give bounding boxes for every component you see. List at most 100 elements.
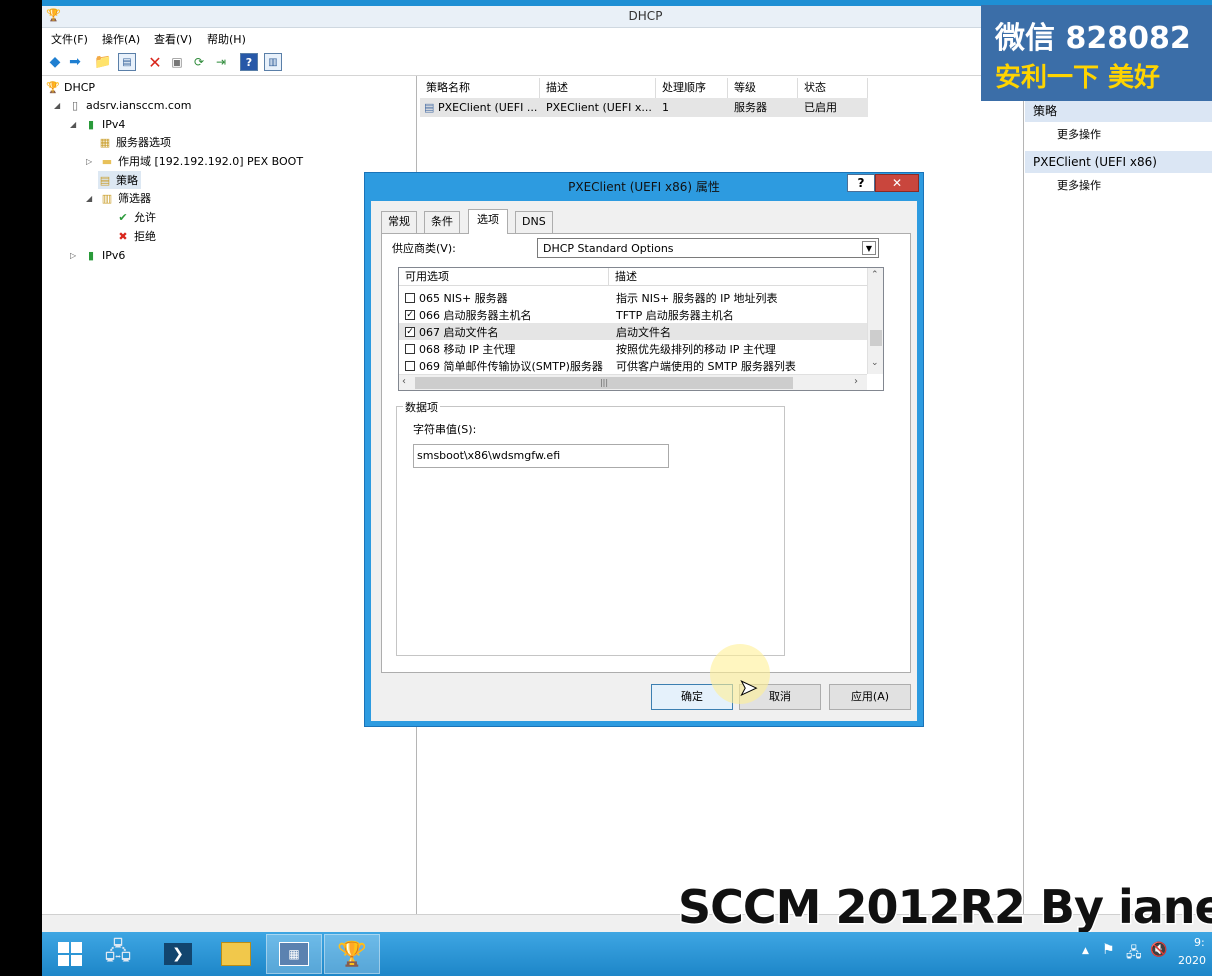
column-header-order[interactable]: 处理顺序 (656, 78, 728, 98)
forward-arrow-icon[interactable]: ➡ (66, 53, 84, 71)
tree-label: 服务器选项 (116, 136, 171, 149)
option-row[interactable]: ✓ 067 启动文件名 启动文件名 (399, 323, 867, 340)
show-hide-tree-icon[interactable]: ▤ (118, 53, 136, 71)
dhcp-icon: 🏆 (337, 940, 367, 968)
scrollbar-thumb[interactable] (870, 330, 882, 346)
menu-help[interactable]: 帮助(H) (207, 31, 246, 47)
column-header-name[interactable]: 策略名称 (420, 78, 540, 98)
policy-row-icon: ▤ (424, 101, 435, 114)
delete-icon[interactable]: ✕ (146, 53, 164, 72)
tab-dns[interactable]: DNS (515, 211, 553, 233)
option-checkbox[interactable] (405, 360, 415, 371)
tab-options[interactable]: 选项 (468, 209, 508, 234)
show-hidden-icons[interactable]: ▲ (1082, 946, 1089, 956)
vendor-class-select[interactable]: DHCP Standard Options ▼ (537, 238, 879, 258)
option-checkbox[interactable]: ✓ (405, 326, 415, 337)
close-button[interactable]: ✕ (875, 174, 919, 192)
vendor-class-label: 供应商类(V): (392, 242, 456, 255)
properties-icon[interactable]: ▣ (168, 53, 186, 71)
option-row[interactable]: 065 NIS+ 服务器 指示 NIS+ 服务器的 IP 地址列表 (399, 289, 867, 306)
expand-icon[interactable]: ▷ (70, 251, 80, 260)
scroll-right-icon[interactable]: › (854, 376, 858, 387)
windows-logo-icon (58, 942, 82, 966)
option-name: 067 启动文件名 (419, 325, 499, 339)
option-description: 按照优先级排列的移动 IP 主代理 (616, 342, 776, 356)
string-value-input[interactable]: smsboot\x86\wdsmgfw.efi (413, 444, 669, 468)
more-actions-policies[interactable]: 更多操作 (1057, 126, 1101, 142)
vertical-scrollbar[interactable]: ⌃ ⌄ (867, 268, 883, 374)
help-button[interactable]: ? (847, 174, 875, 192)
options-header-description[interactable]: 描述 (609, 268, 867, 286)
properties-dialog: PXEClient (UEFI x86) 属性 ? ✕ 常规 条件 选项 DNS… (364, 172, 924, 727)
tree-item-allow[interactable]: ✔ 允许 (116, 208, 156, 226)
volume-icon[interactable]: 🔇 (1150, 942, 1167, 958)
option-row[interactable]: 069 简单邮件传输协议(SMTP)服务器 可供客户端使用的 SMTP 服务器列… (399, 357, 867, 374)
show-hide-action-pane-icon[interactable]: ▥ (264, 53, 282, 71)
column-header-description[interactable]: 描述 (540, 78, 656, 98)
expand-icon[interactable]: ▷ (86, 157, 96, 166)
vendor-class-value: DHCP Standard Options (543, 242, 674, 255)
option-checkbox[interactable]: ✓ (405, 309, 415, 320)
options-listbox[interactable]: 可用选项 描述 065 NIS+ 服务器 指示 NIS+ 服务器的 IP 地址列… (398, 267, 884, 391)
actions-section-pxeclient[interactable]: PXEClient (UEFI x86) (1025, 151, 1212, 173)
folder-icon (221, 942, 251, 966)
tree-item-server[interactable]: ◢ ▯ adsrv.ianscсm.com (54, 96, 191, 114)
taskbar-mmc[interactable]: ▦ (266, 934, 322, 974)
collapse-icon[interactable]: ◢ (86, 194, 96, 203)
folder-icon: ▬ (101, 154, 113, 168)
tree-item-policies[interactable]: ▤ 策略 (98, 171, 141, 189)
filter-icon: ▥ (101, 191, 113, 205)
powershell-icon: ❯ (164, 943, 192, 965)
collapse-icon[interactable]: ◢ (70, 120, 80, 129)
horizontal-scrollbar[interactable]: ‹ ||| › (399, 374, 867, 390)
tree-item-scope[interactable]: ▷ ▬ 作用域 [192.192.192.0] PEX BOOT (86, 152, 303, 170)
more-actions-pxeclient[interactable]: 更多操作 (1057, 177, 1101, 193)
tree-item-ipv4[interactable]: ◢ ▮ IPv4 (70, 115, 125, 133)
column-header-level[interactable]: 等级 (728, 78, 798, 98)
tree-item-deny[interactable]: ✖ 拒绝 (116, 227, 156, 245)
menu-view[interactable]: 查看(V) (154, 31, 192, 47)
option-description: 可供客户端使用的 SMTP 服务器列表 (616, 359, 796, 373)
scroll-left-icon[interactable]: ‹ (402, 376, 406, 387)
taskbar-server-manager[interactable]: 🖧 (90, 934, 146, 974)
export-list-icon[interactable]: ⇥ (212, 53, 230, 71)
row-name: PXEClient (UEFI ... (438, 101, 538, 114)
tree-item-ipv6[interactable]: ▷ ▮ IPv6 (70, 246, 125, 264)
row-description: PXEClient (UEFI x... (546, 101, 652, 114)
data-entry-label: 数据项 (403, 399, 440, 415)
up-folder-icon[interactable]: 📁 (94, 53, 112, 71)
collapse-icon[interactable]: ◢ (54, 101, 64, 110)
taskbar-explorer[interactable] (208, 934, 264, 974)
tree-item-filters[interactable]: ◢ ▥ 筛选器 (86, 189, 151, 207)
option-checkbox[interactable] (405, 292, 415, 303)
column-header-status[interactable]: 状态 (798, 78, 868, 98)
taskbar-powershell[interactable]: ❯ (150, 934, 206, 974)
tree-item-dhcp[interactable]: 🏆 DHCP (46, 78, 95, 96)
menu-action[interactable]: 操作(A) (102, 31, 140, 47)
tree-item-server-options[interactable]: ▦ 服务器选项 (98, 133, 171, 151)
clock-date[interactable]: 2020 (1178, 954, 1206, 967)
tab-conditions[interactable]: 条件 (424, 211, 460, 233)
clock-time[interactable]: 9: (1194, 936, 1205, 949)
scroll-down-icon[interactable]: ⌄ (871, 358, 879, 368)
taskbar-dhcp[interactable]: 🏆 (324, 934, 380, 974)
help-icon[interactable]: ? (240, 53, 258, 71)
refresh-icon[interactable]: ⟳ (190, 53, 208, 71)
watermark-line2: 安利一下 美好 (995, 63, 1161, 93)
apply-button[interactable]: 应用(A) (829, 684, 911, 710)
tab-general[interactable]: 常规 (381, 211, 417, 233)
back-arrow-icon[interactable]: ◆ (46, 53, 64, 71)
data-entry-group: 数据项 字符串值(S): smsboot\x86\wdsmgfw.efi (396, 399, 785, 656)
policy-icon: ▤ (99, 173, 111, 187)
actions-section-policies[interactable]: 策略 (1025, 100, 1212, 122)
menu-file[interactable]: 文件(F) (51, 31, 88, 47)
scrollbar-thumb[interactable]: ||| (415, 377, 793, 389)
option-row[interactable]: 068 移动 IP 主代理 按照优先级排列的移动 IP 主代理 (399, 340, 867, 357)
network-icon[interactable]: 🖧 (1126, 942, 1142, 966)
action-center-icon[interactable]: ⚑ (1102, 942, 1115, 958)
option-checkbox[interactable] (405, 343, 415, 354)
chevron-down-icon[interactable]: ▼ (862, 241, 876, 255)
options-header-available[interactable]: 可用选项 (399, 268, 609, 286)
option-row[interactable]: ✓ 066 启动服务器主机名 TFTP 启动服务器主机名 (399, 306, 867, 323)
scroll-up-icon[interactable]: ⌃ (871, 270, 879, 280)
